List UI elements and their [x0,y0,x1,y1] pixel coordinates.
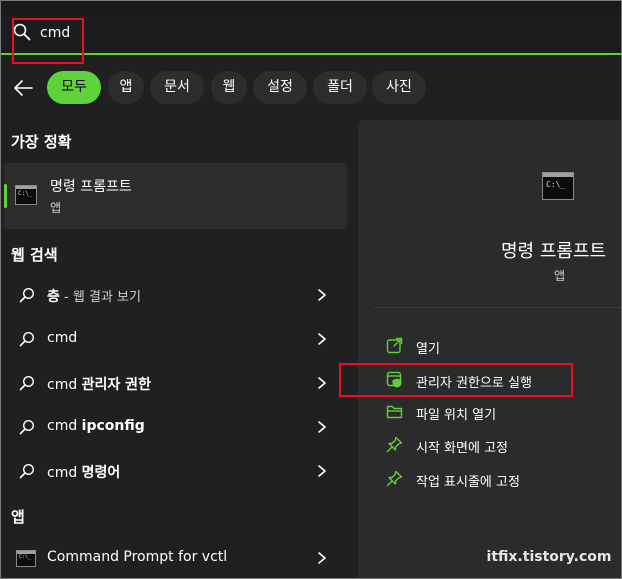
command-prompt-icon: C:\_ [15,185,37,205]
web-result-label: cmd 명령어 [47,465,121,481]
filter-apps[interactable]: 앱 [108,71,144,104]
chevron-right-icon [318,289,326,301]
filter-documents[interactable]: 문서 [150,71,204,104]
pin-icon [386,436,403,453]
section-apps: 앱 [11,508,25,526]
filter-settings[interactable]: 설정 [253,71,307,104]
watermark: itfix.tistory.com [483,544,615,570]
filter-folders[interactable]: 폴더 [313,71,367,104]
web-result-row[interactable]: 층 - 웹 결과 보기 [1,275,347,315]
best-match-subtitle: 앱 [50,201,62,215]
search-icon [19,331,35,347]
web-result-row[interactable]: cmd [1,319,347,359]
action-label: 파일 위치 열기 [416,408,497,423]
detail-subtitle: 앱 [554,269,566,283]
action-label: 작업 표시줄에 고정 [416,475,520,490]
selection-indicator [4,184,7,208]
filter-bar: 모두 앱 문서 웹 설정 폴더 사진 [1,71,621,105]
section-best-match: 가장 정확 [11,133,72,151]
action-pin-to-taskbar[interactable]: 작업 표시줄에 고정 [386,467,621,491]
start-search-window: cmd 모두 앱 문서 웹 설정 폴더 사진 가장 정확 C:\_ 명령 프롬프… [0,0,622,579]
filter-all[interactable]: 모두 [47,71,101,104]
filter-web[interactable]: 웹 [211,71,247,104]
app-result-label: Command Prompt for vctl [47,549,228,565]
search-bar[interactable]: cmd [1,11,621,55]
top-strip [1,1,621,11]
open-icon [386,337,403,354]
detail-title: 명령 프롬프트 [501,241,607,262]
action-open-file-location[interactable]: 파일 위치 열기 [386,400,621,424]
action-pin-to-start[interactable]: 시작 화면에 고정 [386,433,621,457]
chevron-right-icon [318,465,326,477]
folder-icon [386,405,403,419]
search-icon [19,287,35,303]
search-highlight-box [12,18,84,64]
pin-icon [386,470,403,487]
chevron-right-icon [318,333,326,345]
chevron-right-icon [318,421,326,433]
web-result-row[interactable]: cmd ipconfig [1,407,347,447]
chevron-right-icon [318,552,326,564]
best-match-item[interactable]: C:\_ 명령 프롬프트 앱 [4,163,347,229]
web-result-row[interactable]: cmd 관리자 권한 [1,363,347,403]
web-result-label: cmd [47,330,78,346]
chevron-right-icon [318,377,326,389]
search-icon [19,375,35,391]
filter-photos[interactable]: 사진 [372,71,426,104]
back-arrow-icon[interactable] [12,77,34,99]
web-result-label: 층 - 웹 결과 보기 [47,289,141,305]
action-open[interactable]: 열기 [386,334,621,358]
web-result-label: cmd 관리자 권한 [47,377,151,393]
run-as-admin-highlight-box [339,363,573,397]
command-prompt-icon: C:\_ [16,550,36,567]
web-result-label: cmd ipconfig [47,418,145,434]
action-label: 시작 화면에 고정 [416,441,508,456]
best-match-title: 명령 프롬프트 [50,179,132,195]
search-icon [19,419,35,435]
section-web-search: 웹 검색 [11,246,58,264]
search-icon [19,463,35,479]
app-result-row[interactable]: C:\_ Command Prompt for vctl [1,538,347,578]
divider [374,307,621,308]
detail-panel: C:\_ 명령 프롬프트 앱 열기 관리자 권한으로 실행 파일 위치 열기 시… [358,120,621,578]
action-label: 열기 [416,342,440,357]
web-result-row[interactable]: cmd 명령어 [1,451,347,491]
command-prompt-icon: C:\_ [542,172,574,200]
